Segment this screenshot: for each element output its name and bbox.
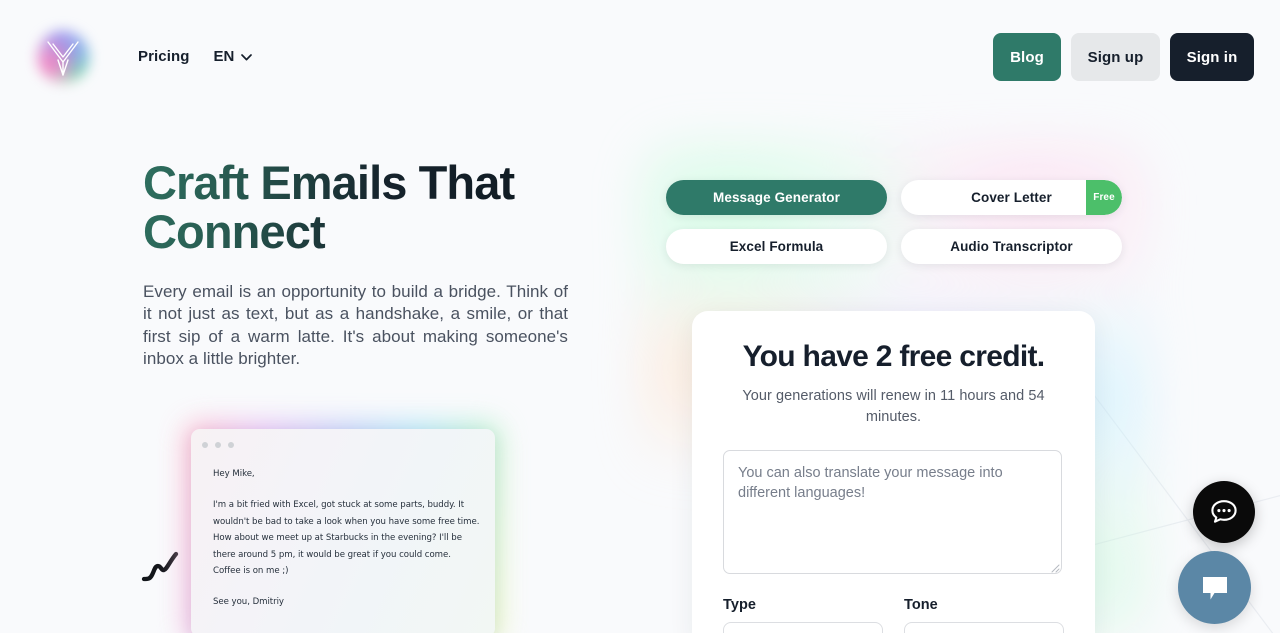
tab-excel-formula[interactable]: Excel Formula: [666, 229, 887, 264]
window-dots: [202, 442, 234, 448]
tab-cover-letter[interactable]: Cover Letter Free: [901, 180, 1122, 215]
hero-description: Every email is an opportunity to build a…: [143, 281, 568, 369]
secondary-chat-button[interactable]: [1178, 551, 1251, 624]
email-mockup-body: Hey Mike, I'm a bit fried with Excel, go…: [213, 466, 481, 611]
window-dot-red: [202, 442, 208, 448]
nav-link-pricing[interactable]: Pricing: [138, 46, 190, 68]
tab-label: Cover Letter: [971, 190, 1052, 205]
email-signoff: See you, Dmitriy: [213, 597, 284, 608]
chat-launcher-button[interactable]: [1193, 481, 1255, 543]
chat-bubble-filled-icon: [1202, 576, 1227, 599]
chevron-down-icon: [241, 53, 253, 60]
landing-page: Pricing EN Blog Sign up Sign in Craft Em…: [0, 0, 1280, 633]
type-select[interactable]: [723, 622, 883, 633]
email-preview-mockup: Hey Mike, I'm a bit fried with Excel, go…: [178, 414, 508, 633]
options-row: Type Tone: [723, 597, 1064, 633]
language-selector-label: EN: [213, 48, 235, 65]
tab-label: Excel Formula: [729, 239, 824, 254]
main-nav: Pricing EN: [138, 46, 253, 68]
message-input[interactable]: [723, 450, 1062, 574]
tab-audio-transcriptor[interactable]: Audio Transcriptor: [901, 229, 1122, 264]
window-dot-yellow: [215, 442, 221, 448]
email-greeting: Hey Mike,: [213, 469, 255, 479]
brand-logo[interactable]: [28, 22, 98, 92]
email-mockup-card: Hey Mike, I'm a bit fried with Excel, go…: [191, 429, 495, 633]
tool-tabs: Message Generator Cover Letter Free Exce…: [666, 180, 1122, 264]
tone-label: Tone: [904, 597, 938, 613]
tab-label: Audio Transcriptor: [950, 239, 1073, 254]
tab-message-generator[interactable]: Message Generator: [666, 180, 887, 215]
page-title: Craft Emails That Connect: [143, 158, 573, 257]
window-dot-green: [228, 442, 234, 448]
hero-section: Craft Emails That Connect Every email is…: [143, 158, 573, 371]
credit-headline: You have 2 free credit.: [742, 340, 1046, 373]
tab-label: Message Generator: [712, 190, 840, 205]
sign-up-button[interactable]: Sign up: [1071, 33, 1160, 81]
tone-field-group: Tone: [904, 597, 1064, 633]
credit-renewal-text: Your generations will renew in 11 hours …: [742, 388, 1045, 425]
site-header: Pricing EN Blog Sign up Sign in: [0, 0, 1280, 115]
logo-v-mark-icon: [47, 41, 79, 76]
email-body-text: I'm a bit fried with Excel, got stuck at…: [213, 500, 480, 577]
type-label: Type: [723, 597, 756, 613]
chat-bubble-dots-icon: [1211, 500, 1237, 523]
tone-select[interactable]: [904, 622, 1064, 633]
generator-card: You have 2 free credit. Your generations…: [692, 311, 1095, 633]
sign-in-button[interactable]: Sign in: [1170, 33, 1254, 81]
free-badge: Free: [1086, 180, 1122, 215]
blog-button[interactable]: Blog: [993, 33, 1061, 81]
language-selector[interactable]: EN: [214, 46, 253, 68]
type-field-group: Type: [723, 597, 883, 633]
header-actions: Blog Sign up Sign in: [993, 33, 1254, 81]
